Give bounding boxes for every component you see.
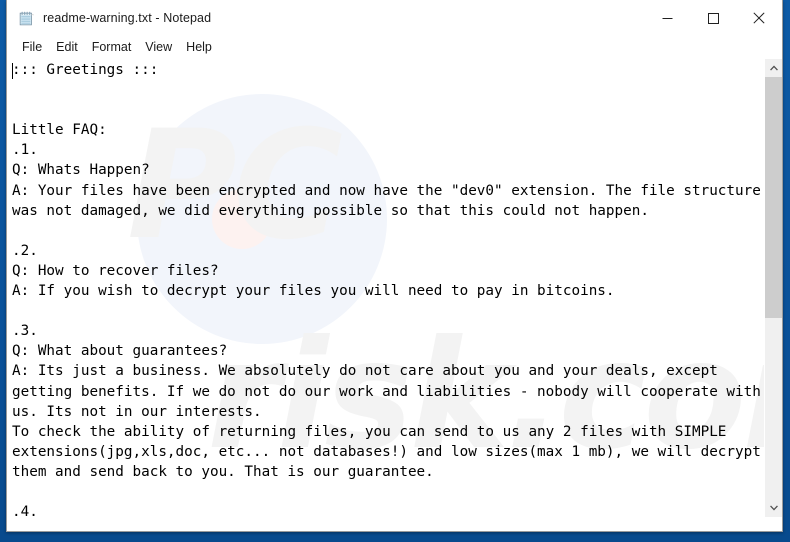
window-title: readme-warning.txt - Notepad: [43, 11, 212, 25]
close-button[interactable]: [736, 0, 782, 36]
ransom-note-text: ::: Greetings ::: Little FAQ: .1. Q: Wha…: [12, 62, 761, 517]
maximize-button[interactable]: [690, 0, 736, 36]
window-controls: [644, 0, 782, 36]
menu-item-view[interactable]: View: [138, 38, 179, 57]
scrollbar-thumb[interactable]: [765, 77, 782, 318]
menu-item-format[interactable]: Format: [85, 38, 139, 57]
menu-bar: File Edit Format View Help: [7, 36, 782, 58]
menu-item-edit[interactable]: Edit: [49, 38, 85, 57]
scroll-up-button[interactable]: [765, 59, 782, 77]
editor-region: PC risk.com ::: Greetings ::: Little FAQ…: [7, 58, 782, 517]
text-caret: [12, 63, 13, 79]
text-editor[interactable]: PC risk.com ::: Greetings ::: Little FAQ…: [7, 59, 764, 517]
notepad-icon: [18, 10, 35, 27]
scrollbar-track[interactable]: [765, 77, 782, 499]
scroll-down-button[interactable]: [765, 499, 782, 517]
menu-item-help[interactable]: Help: [179, 38, 219, 57]
notepad-window: readme-warning.txt - Notepad File Edit F…: [6, 0, 783, 532]
title-bar[interactable]: readme-warning.txt - Notepad: [7, 0, 782, 36]
vertical-scrollbar[interactable]: [764, 59, 782, 517]
window-bottom-strip: [7, 517, 782, 531]
menu-item-file[interactable]: File: [15, 38, 49, 57]
minimize-button[interactable]: [644, 0, 690, 36]
